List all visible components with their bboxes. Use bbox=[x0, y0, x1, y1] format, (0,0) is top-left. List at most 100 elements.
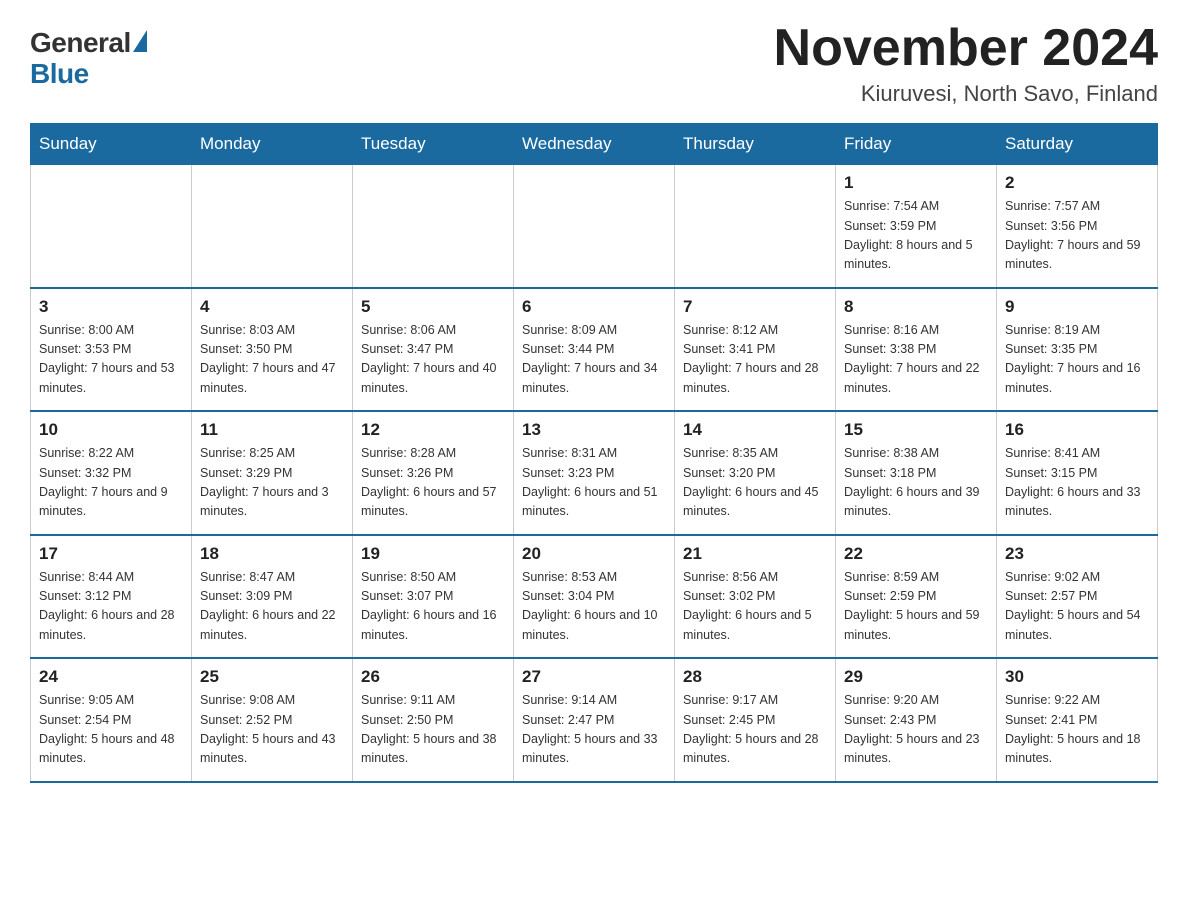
calendar-week-5: 24 Sunrise: 9:05 AMSunset: 2:54 PMDayligh… bbox=[31, 658, 1158, 782]
day-number: 23 bbox=[1005, 544, 1149, 564]
calendar-cell: 14Sunrise: 8:35 AMSunset: 3:20 PMDayligh… bbox=[675, 411, 836, 535]
calendar-cell: 24 Sunrise: 9:05 AMSunset: 2:54 PMDayligh… bbox=[31, 658, 192, 782]
calendar-cell bbox=[675, 165, 836, 288]
day-info: Sunrise: 8:38 AMSunset: 3:18 PMDaylight:… bbox=[844, 444, 988, 522]
logo-triangle-icon bbox=[133, 30, 147, 52]
calendar-subtitle: Kiuruvesi, North Savo, Finland bbox=[774, 81, 1158, 107]
day-header-wednesday: Wednesday bbox=[514, 124, 675, 165]
day-info: Sunrise: 8:41 AMSunset: 3:15 PMDaylight:… bbox=[1005, 444, 1149, 522]
day-info: Sunrise: 9:14 AMSunset: 2:47 PMDaylight:… bbox=[522, 691, 666, 769]
calendar-cell: 30 Sunrise: 9:22 AMSunset: 2:41 PMDayligh… bbox=[997, 658, 1158, 782]
day-info: Sunrise: 8:06 AMSunset: 3:47 PMDaylight:… bbox=[361, 321, 505, 399]
day-info: Sunrise: 8:03 AMSunset: 3:50 PMDaylight:… bbox=[200, 321, 344, 399]
day-number: 17 bbox=[39, 544, 183, 564]
calendar-cell bbox=[192, 165, 353, 288]
calendar-cell: 19 Sunrise: 8:50 AMSunset: 3:07 PMDayligh… bbox=[353, 535, 514, 659]
day-number: 25 bbox=[200, 667, 344, 687]
page-header: General Blue November 2024 Kiuruvesi, No… bbox=[30, 20, 1158, 107]
day-number: 26 bbox=[361, 667, 505, 687]
day-info: Sunrise: 8:31 AMSunset: 3:23 PMDaylight:… bbox=[522, 444, 666, 522]
day-number: 24 bbox=[39, 667, 183, 687]
calendar-cell: 6 Sunrise: 8:09 AMSunset: 3:44 PMDaylight… bbox=[514, 288, 675, 412]
day-number: 13 bbox=[522, 420, 666, 440]
day-number: 19 bbox=[361, 544, 505, 564]
day-info: Sunrise: 8:25 AMSunset: 3:29 PMDaylight:… bbox=[200, 444, 344, 522]
calendar-cell bbox=[514, 165, 675, 288]
calendar-cell: 11 Sunrise: 8:25 AMSunset: 3:29 PMDayligh… bbox=[192, 411, 353, 535]
day-number: 18 bbox=[200, 544, 344, 564]
logo: General Blue bbox=[30, 28, 147, 90]
day-info: Sunrise: 9:08 AMSunset: 2:52 PMDaylight:… bbox=[200, 691, 344, 769]
calendar-week-1: 1Sunrise: 7:54 AMSunset: 3:59 PMDaylight… bbox=[31, 165, 1158, 288]
day-info: Sunrise: 8:50 AMSunset: 3:07 PMDaylight:… bbox=[361, 568, 505, 646]
day-header-monday: Monday bbox=[192, 124, 353, 165]
calendar-cell: 9Sunrise: 8:19 AMSunset: 3:35 PMDaylight… bbox=[997, 288, 1158, 412]
day-number: 22 bbox=[844, 544, 988, 564]
day-number: 29 bbox=[844, 667, 988, 687]
day-number: 8 bbox=[844, 297, 988, 317]
day-number: 28 bbox=[683, 667, 827, 687]
day-info: Sunrise: 9:05 AMSunset: 2:54 PMDaylight:… bbox=[39, 691, 183, 769]
calendar-cell: 18 Sunrise: 8:47 AMSunset: 3:09 PMDayligh… bbox=[192, 535, 353, 659]
calendar-cell bbox=[353, 165, 514, 288]
day-number: 21 bbox=[683, 544, 827, 564]
day-info: Sunrise: 8:22 AMSunset: 3:32 PMDaylight:… bbox=[39, 444, 183, 522]
day-info: Sunrise: 9:02 AMSunset: 2:57 PMDaylight:… bbox=[1005, 568, 1149, 646]
day-number: 12 bbox=[361, 420, 505, 440]
calendar-cell: 4Sunrise: 8:03 AMSunset: 3:50 PMDaylight… bbox=[192, 288, 353, 412]
calendar-cell: 13 Sunrise: 8:31 AMSunset: 3:23 PMDayligh… bbox=[514, 411, 675, 535]
day-number: 6 bbox=[522, 297, 666, 317]
calendar-cell: 22 Sunrise: 8:59 AMSunset: 2:59 PMDayligh… bbox=[836, 535, 997, 659]
day-info: Sunrise: 8:35 AMSunset: 3:20 PMDaylight:… bbox=[683, 444, 827, 522]
day-header-tuesday: Tuesday bbox=[353, 124, 514, 165]
day-info: Sunrise: 8:56 AMSunset: 3:02 PMDaylight:… bbox=[683, 568, 827, 646]
calendar-cell bbox=[31, 165, 192, 288]
day-info: Sunrise: 8:53 AMSunset: 3:04 PMDaylight:… bbox=[522, 568, 666, 646]
day-info: Sunrise: 8:44 AMSunset: 3:12 PMDaylight:… bbox=[39, 568, 183, 646]
day-number: 11 bbox=[200, 420, 344, 440]
day-number: 30 bbox=[1005, 667, 1149, 687]
day-info: Sunrise: 9:17 AMSunset: 2:45 PMDaylight:… bbox=[683, 691, 827, 769]
day-number: 20 bbox=[522, 544, 666, 564]
day-info: Sunrise: 8:12 AMSunset: 3:41 PMDaylight:… bbox=[683, 321, 827, 399]
day-info: Sunrise: 8:19 AMSunset: 3:35 PMDaylight:… bbox=[1005, 321, 1149, 399]
calendar-cell: 27 Sunrise: 9:14 AMSunset: 2:47 PMDayligh… bbox=[514, 658, 675, 782]
day-info: Sunrise: 8:00 AMSunset: 3:53 PMDaylight:… bbox=[39, 321, 183, 399]
day-info: Sunrise: 8:28 AMSunset: 3:26 PMDaylight:… bbox=[361, 444, 505, 522]
day-number: 3 bbox=[39, 297, 183, 317]
day-info: Sunrise: 9:20 AMSunset: 2:43 PMDaylight:… bbox=[844, 691, 988, 769]
day-info: Sunrise: 8:47 AMSunset: 3:09 PMDaylight:… bbox=[200, 568, 344, 646]
calendar-cell: 3 Sunrise: 8:00 AMSunset: 3:53 PMDaylight… bbox=[31, 288, 192, 412]
day-info: Sunrise: 9:22 AMSunset: 2:41 PMDaylight:… bbox=[1005, 691, 1149, 769]
calendar-cell: 26 Sunrise: 9:11 AMSunset: 2:50 PMDayligh… bbox=[353, 658, 514, 782]
day-number: 15 bbox=[844, 420, 988, 440]
calendar-cell: 28 Sunrise: 9:17 AMSunset: 2:45 PMDayligh… bbox=[675, 658, 836, 782]
day-info: Sunrise: 8:59 AMSunset: 2:59 PMDaylight:… bbox=[844, 568, 988, 646]
day-number: 2 bbox=[1005, 173, 1149, 193]
day-header-saturday: Saturday bbox=[997, 124, 1158, 165]
calendar-cell: 25 Sunrise: 9:08 AMSunset: 2:52 PMDayligh… bbox=[192, 658, 353, 782]
calendar-cell: 10 Sunrise: 8:22 AMSunset: 3:32 PMDayligh… bbox=[31, 411, 192, 535]
title-section: November 2024 Kiuruvesi, North Savo, Fin… bbox=[774, 20, 1158, 107]
calendar-title: November 2024 bbox=[774, 20, 1158, 77]
day-number: 27 bbox=[522, 667, 666, 687]
calendar-week-2: 3 Sunrise: 8:00 AMSunset: 3:53 PMDaylight… bbox=[31, 288, 1158, 412]
calendar-cell: 16Sunrise: 8:41 AMSunset: 3:15 PMDayligh… bbox=[997, 411, 1158, 535]
calendar-cell: 12 Sunrise: 8:28 AMSunset: 3:26 PMDayligh… bbox=[353, 411, 514, 535]
day-info: Sunrise: 7:57 AMSunset: 3:56 PMDaylight:… bbox=[1005, 197, 1149, 275]
calendar-cell: 8Sunrise: 8:16 AMSunset: 3:38 PMDaylight… bbox=[836, 288, 997, 412]
day-number: 10 bbox=[39, 420, 183, 440]
day-info: Sunrise: 7:54 AMSunset: 3:59 PMDaylight:… bbox=[844, 197, 988, 275]
calendar-cell: 20 Sunrise: 8:53 AMSunset: 3:04 PMDayligh… bbox=[514, 535, 675, 659]
calendar-cell: 1Sunrise: 7:54 AMSunset: 3:59 PMDaylight… bbox=[836, 165, 997, 288]
calendar-cell: 29 Sunrise: 9:20 AMSunset: 2:43 PMDayligh… bbox=[836, 658, 997, 782]
day-info: Sunrise: 9:11 AMSunset: 2:50 PMDaylight:… bbox=[361, 691, 505, 769]
calendar-week-4: 17 Sunrise: 8:44 AMSunset: 3:12 PMDayligh… bbox=[31, 535, 1158, 659]
day-header-thursday: Thursday bbox=[675, 124, 836, 165]
calendar-cell: 7 Sunrise: 8:12 AMSunset: 3:41 PMDaylight… bbox=[675, 288, 836, 412]
day-info: Sunrise: 8:09 AMSunset: 3:44 PMDaylight:… bbox=[522, 321, 666, 399]
day-number: 5 bbox=[361, 297, 505, 317]
calendar-cell: 5 Sunrise: 8:06 AMSunset: 3:47 PMDaylight… bbox=[353, 288, 514, 412]
day-number: 7 bbox=[683, 297, 827, 317]
calendar-cell: 15 Sunrise: 8:38 AMSunset: 3:18 PMDayligh… bbox=[836, 411, 997, 535]
